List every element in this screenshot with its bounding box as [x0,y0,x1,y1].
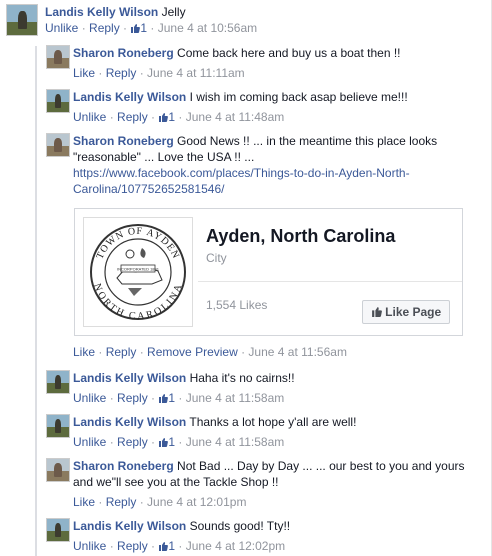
avatar[interactable] [46,414,70,438]
timestamp[interactable]: June 4 at 12:02pm [186,539,285,553]
svg-text:INCORPORATED 1891: INCORPORATED 1891 [117,267,160,272]
like-link[interactable]: Like [73,495,95,509]
comment-link[interactable]: https://www.facebook.com/places/Things-t… [73,165,437,181]
reply-link[interactable]: Reply [117,110,148,124]
reply-link[interactable]: Reply [106,495,137,509]
reply-comment: Landis Kelly Wilson Sounds good! Tty!! U… [46,518,486,554]
unlike-link[interactable]: Unlike [73,435,106,449]
divider [198,281,462,282]
page-category: City [206,251,227,265]
reply-link[interactable]: Reply [89,21,120,35]
thread-line [35,46,37,556]
page-likes-count: 1,554 Likes [206,298,268,312]
comment-text: Haha it's no cairns!! [189,371,295,385]
avatar[interactable] [6,4,38,36]
unlike-link[interactable]: Unlike [73,110,106,124]
commenter-name[interactable]: Sharon Roneberg [73,134,174,148]
town-seal-logo[interactable]: TOWN OF AYDEN NORTH CAROLINA INCORPORATE… [83,217,193,327]
avatar[interactable] [46,370,70,394]
like-link[interactable]: Like [73,345,95,359]
reply-comment: Sharon Roneberg Come back here and buy u… [46,45,486,81]
comment: Landis Kelly Wilson Jelly Unlike · Reply… [6,4,486,42]
like-link[interactable]: Like [73,66,95,80]
reply-comment: Landis Kelly Wilson I wish im coming bac… [46,89,486,125]
like-count[interactable]: 1 [130,21,147,35]
commenter-name[interactable]: Landis Kelly Wilson [73,90,186,104]
like-page-button[interactable]: Like Page [362,300,450,324]
like-count[interactable]: 1 [158,435,175,449]
like-count[interactable]: 1 [158,539,175,553]
comment-link[interactable]: Carolina/107752652581546/ [73,181,437,197]
unlike-link[interactable]: Unlike [45,21,78,35]
thumbs-up-icon [159,113,169,122]
reply-comment: Sharon Roneberg Not Bad ... Day by Day .… [46,458,486,510]
remove-preview-link[interactable]: Remove Preview [147,345,238,359]
page-title[interactable]: Ayden, North Carolina [206,226,395,247]
commenter-name[interactable]: Landis Kelly Wilson [73,415,186,429]
comment-text: Jelly [161,5,186,19]
timestamp[interactable]: June 4 at 11:56am [248,345,347,359]
like-count[interactable]: 1 [158,110,175,124]
comment-text-line: Good News !! ... in the meantime this pl… [177,134,438,148]
thumbs-up-icon [159,542,169,551]
commenter-name[interactable]: Sharon Roneberg [73,459,174,473]
seal-icon: TOWN OF AYDEN NORTH CAROLINA INCORPORATE… [90,224,186,322]
like-count[interactable]: 1 [158,391,175,405]
avatar[interactable] [46,458,70,482]
timestamp[interactable]: June 4 at 11:48am [186,110,285,124]
commenter-name[interactable]: Landis Kelly Wilson [73,519,186,533]
thumbs-up-icon [159,438,169,447]
unlike-link[interactable]: Unlike [73,391,106,405]
thumbs-up-icon [131,24,141,33]
timestamp[interactable]: June 4 at 12:01pm [147,495,246,509]
reply-link[interactable]: Reply [106,66,137,80]
comment-text-line: Not Bad ... Day by Day ... ... our best … [177,459,465,473]
comment-text: I wish im coming back asap believe me!!! [189,90,408,104]
timestamp[interactable]: June 4 at 11:58am [186,435,285,449]
commenter-name[interactable]: Sharon Roneberg [73,46,174,60]
avatar[interactable] [46,89,70,113]
commenter-name[interactable]: Landis Kelly Wilson [45,5,158,19]
comment-text: Sounds good! Tty!! [189,519,291,533]
reply-link[interactable]: Reply [117,435,148,449]
thumbs-up-icon [371,307,382,317]
link-preview-card[interactable]: TOWN OF AYDEN NORTH CAROLINA INCORPORATE… [74,208,463,336]
reply-comment: Landis Kelly Wilson Haha it's no cairns!… [46,370,486,406]
avatar[interactable] [46,133,70,157]
thumbs-up-icon [159,394,169,403]
reply-link[interactable]: Reply [106,345,137,359]
svg-text:TOWN OF AYDEN: TOWN OF AYDEN [95,226,182,261]
unlike-link[interactable]: Unlike [73,539,106,553]
reply-link[interactable]: Reply [117,391,148,405]
comment-text-line: and we"ll see you at the Tackle Shop !! [73,475,279,489]
avatar[interactable] [46,518,70,542]
reply-link[interactable]: Reply [117,539,148,553]
timestamp[interactable]: June 4 at 11:11am [147,66,245,80]
timestamp[interactable]: June 4 at 11:58am [186,391,285,405]
comment-text: Thanks a lot hope y'all are well! [189,415,357,429]
commenter-name[interactable]: Landis Kelly Wilson [73,371,186,385]
comment-text: Come back here and buy us a boat then !! [177,46,401,60]
reply-comment: Landis Kelly Wilson Thanks a lot hope y'… [46,414,486,450]
timestamp[interactable]: June 4 at 10:56am [158,21,257,35]
comment-text-line: "reasonable" ... Love the USA !! ... [73,150,255,164]
avatar[interactable] [46,45,70,69]
